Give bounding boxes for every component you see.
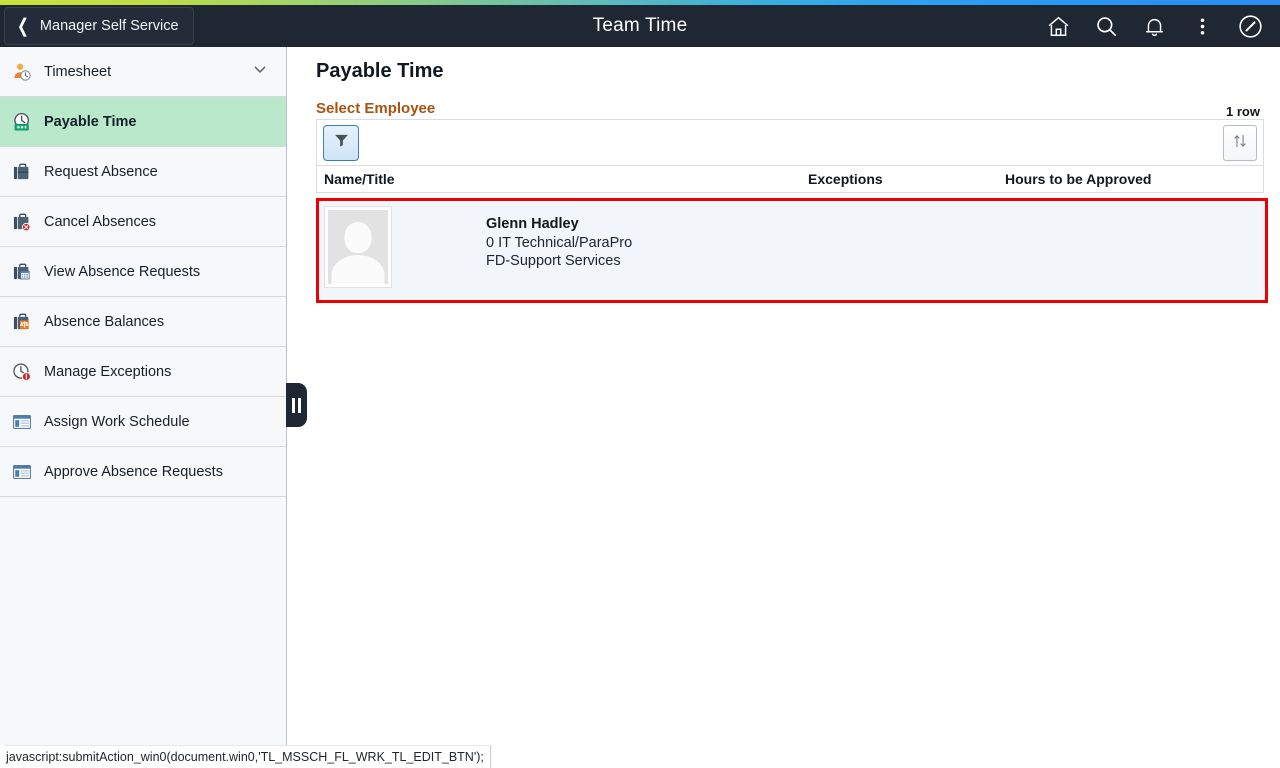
employee-department: FD-Support Services (486, 253, 621, 269)
chevron-down-icon[interactable] (252, 61, 268, 82)
sidebar-item-label: View Absence Requests (44, 263, 201, 280)
back-button-label: Manager Self Service (39, 18, 179, 34)
sidebar-item-label: Payable Time (44, 113, 137, 130)
briefcase-cancel-icon (10, 210, 34, 234)
sidebar-item-view-absence-requests[interactable]: View Absence Requests (0, 247, 286, 297)
pause-bars-icon (292, 397, 295, 413)
avatar (324, 206, 392, 288)
navigator-compass-icon[interactable] (1226, 5, 1274, 47)
sidebar-item-label: Manage Exceptions (44, 363, 172, 380)
sidebar-item-manage-exceptions[interactable]: Manage Exceptions (0, 347, 286, 397)
chevron-left-icon: ❮ (16, 15, 29, 37)
brand-gradient-bar (0, 0, 1280, 5)
filter-button[interactable] (323, 125, 359, 161)
sidebar-item-label: Approve Absence Requests (44, 463, 223, 480)
page-title: Payable Time (316, 60, 444, 82)
sidebar-item-approve-absence-requests[interactable]: Approve Absence Requests (0, 447, 286, 497)
home-icon[interactable] (1034, 5, 1082, 47)
employee-name: Glenn Hadley (486, 216, 579, 232)
column-header-exceptions: Exceptions (808, 171, 883, 187)
sidebar-item-request-absence[interactable]: Request Absence (0, 147, 286, 197)
sidebar-item-payable-time[interactable]: Payable Time (0, 97, 286, 147)
select-employee-group-label: Select Employee (316, 100, 436, 117)
sidebar-item-label: Request Absence (44, 163, 158, 180)
sidebar-item-label: Timesheet (44, 63, 112, 80)
window-panel-icon (10, 460, 34, 484)
nav-icon-group (1034, 5, 1274, 47)
more-options-icon[interactable] (1178, 5, 1226, 47)
briefcase-calendar-icon (10, 260, 34, 284)
column-header-name-title: Name/Title (324, 171, 395, 187)
sort-button[interactable] (1223, 125, 1257, 161)
employee-job-title: 0 IT Technical/ParaPro (486, 235, 633, 251)
window-panel-icon (10, 410, 34, 434)
status-bar-link-target: javascript:submitAction_win0(document.wi… (4, 745, 491, 768)
grid-column-header-row: Name/Title Exceptions Hours to be Approv… (316, 165, 1264, 193)
sidebar-item-label: Assign Work Schedule (44, 413, 190, 430)
funnel-icon (333, 132, 350, 154)
browser-status-bar: javascript:submitAction_win0(document.wi… (0, 745, 1280, 768)
grid-toolbar (316, 119, 1264, 165)
top-navigation-bar: ❮ Manager Self Service Team Time (0, 5, 1280, 47)
table-row[interactable]: Glenn Hadley 0 IT Technical/ParaPro FD-S… (316, 198, 1268, 303)
sidebar-item-timesheet[interactable]: Timesheet (0, 47, 286, 97)
employee-details: Glenn Hadley 0 IT Technical/ParaPro FD-S… (486, 216, 632, 271)
notifications-bell-icon[interactable] (1130, 5, 1178, 47)
pause-bars-icon (298, 397, 301, 413)
row-count-label: 1 row (1226, 104, 1260, 119)
sidebar-item-absence-balances[interactable]: Absence Balances (0, 297, 286, 347)
briefcase-icon (10, 160, 34, 184)
column-header-hours-to-be-approved: Hours to be Approved (1005, 171, 1152, 187)
sidebar-item-label: Absence Balances (44, 313, 165, 330)
sidebar-collapse-handle[interactable] (286, 383, 307, 427)
search-icon[interactable] (1082, 5, 1130, 47)
sort-updown-icon (1231, 132, 1249, 155)
main-content-area: Payable Time Select Employee 1 row Name/… (288, 47, 1280, 745)
sidebar-item-assign-work-schedule[interactable]: Assign Work Schedule (0, 397, 286, 447)
sidebar-empty-space (0, 497, 286, 745)
clock-alert-icon (10, 360, 34, 384)
sidebar-item-cancel-absences[interactable]: Cancel Absences (0, 197, 286, 247)
left-navigation-sidebar: Timesheet Payable Time Request Absence C… (0, 47, 287, 745)
clock-calendar-icon (10, 110, 34, 134)
sidebar-item-label: Cancel Absences (44, 213, 157, 230)
back-to-manager-self-service-button[interactable]: ❮ Manager Self Service (4, 7, 194, 45)
briefcase-scale-icon (10, 310, 34, 334)
person-clock-icon (10, 60, 34, 84)
